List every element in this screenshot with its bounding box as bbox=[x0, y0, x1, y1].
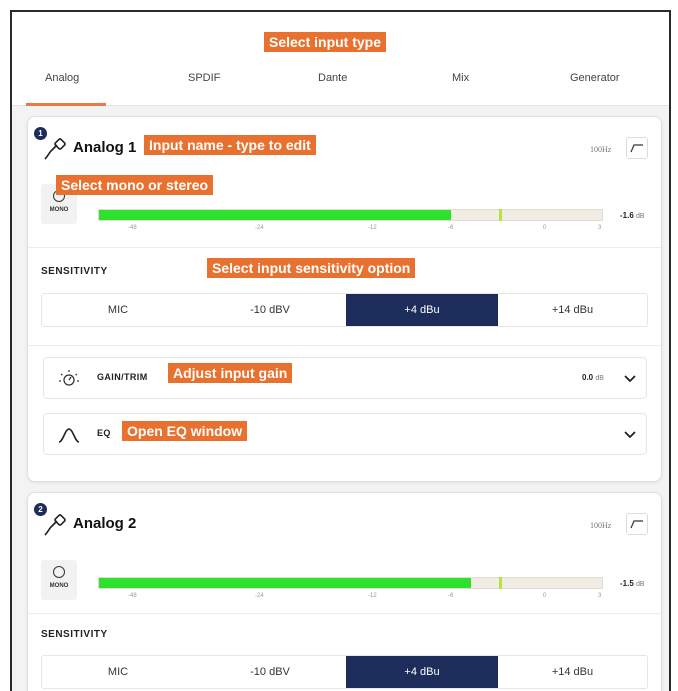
annotation-input-name: Input name - type to edit bbox=[144, 135, 316, 155]
input-type-tabs: Analog SPDIF Dante Mix Generator bbox=[12, 12, 669, 106]
annotation-gain: Adjust input gain bbox=[168, 363, 293, 383]
mono-stereo-button[interactable]: MONO bbox=[41, 560, 77, 600]
level-readout: -1.5 dB bbox=[620, 579, 645, 588]
meter-tick: -24 bbox=[255, 593, 264, 599]
meter-tick: -24 bbox=[255, 225, 264, 231]
divider bbox=[28, 247, 661, 248]
level-readout: -1.6 dB bbox=[620, 211, 645, 220]
channel-card-2: 2 Analog 2 100Hz MONO -48 -24 -12 -6 0 3… bbox=[27, 492, 662, 691]
sensitivity-label: SENSITIVITY bbox=[41, 266, 108, 277]
channel-name[interactable]: Analog 2 bbox=[73, 515, 136, 532]
eq-label: EQ bbox=[97, 428, 111, 438]
high-pass-filter-icon bbox=[630, 520, 643, 529]
sensitivity-option-minus10dbv[interactable]: -10 dBV bbox=[194, 656, 346, 688]
annotation-sensitivity: Select input sensitivity option bbox=[207, 258, 416, 278]
sensitivity-option-plus14dbu[interactable]: +14 dBu bbox=[498, 294, 647, 326]
meter-fill bbox=[99, 210, 452, 220]
mono-label: MONO bbox=[49, 583, 69, 589]
gain-knob-icon bbox=[59, 370, 79, 386]
chevron-down-icon[interactable] bbox=[622, 370, 638, 386]
meter-tick: -48 bbox=[128, 593, 137, 599]
sensitivity-option-mic[interactable]: MIC bbox=[42, 294, 194, 326]
hp-frequency: 100Hz bbox=[590, 521, 612, 530]
tab-dante[interactable]: Dante bbox=[318, 72, 347, 84]
sensitivity-option-minus10dbv[interactable]: -10 dBV bbox=[194, 294, 346, 326]
tab-analog[interactable]: Analog bbox=[45, 72, 79, 84]
annotation-mono-stereo: Select mono or stereo bbox=[56, 175, 214, 195]
meter-peak-indicator bbox=[498, 577, 502, 589]
high-pass-filter-icon bbox=[630, 144, 643, 153]
high-pass-filter-button[interactable] bbox=[626, 513, 648, 535]
mono-circle-icon bbox=[53, 566, 65, 578]
tab-spdif[interactable]: SPDIF bbox=[188, 72, 220, 84]
mic-cable-icon bbox=[44, 514, 66, 536]
sensitivity-selector: MIC -10 dBV +4 dBu +14 dBu bbox=[41, 293, 648, 327]
hp-frequency: 100Hz bbox=[590, 145, 612, 154]
mono-label: MONO bbox=[49, 207, 69, 213]
chevron-down-icon[interactable] bbox=[622, 426, 638, 442]
meter-tick: -12 bbox=[368, 225, 377, 231]
gain-trim-row[interactable]: GAIN/TRIM 0.0 dB bbox=[43, 357, 647, 399]
meter-tick: 0 bbox=[543, 225, 547, 231]
meter-peak-indicator bbox=[498, 209, 502, 221]
gain-value: 0.0 dB bbox=[582, 373, 604, 382]
meter-tick: -6 bbox=[448, 593, 454, 599]
level-meter bbox=[98, 577, 603, 589]
high-pass-filter-button[interactable] bbox=[626, 137, 648, 159]
meter-tick: -12 bbox=[368, 593, 377, 599]
meter-tick: 3 bbox=[598, 593, 602, 599]
meter-tick: 0 bbox=[543, 593, 547, 599]
sensitivity-option-mic[interactable]: MIC bbox=[42, 656, 194, 688]
annotation-eq: Open EQ window bbox=[122, 421, 248, 441]
sensitivity-option-plus4dbu[interactable]: +4 dBu bbox=[346, 656, 498, 688]
tab-mix[interactable]: Mix bbox=[452, 72, 469, 84]
eq-curve-icon bbox=[58, 428, 80, 443]
sensitivity-option-plus14dbu[interactable]: +14 dBu bbox=[498, 656, 647, 688]
sensitivity-label: SENSITIVITY bbox=[41, 629, 108, 640]
mic-cable-icon bbox=[44, 138, 66, 160]
annotation-input-type: Select input type bbox=[264, 32, 387, 52]
app-frame: Analog SPDIF Dante Mix Generator 1 Analo… bbox=[10, 10, 671, 691]
sensitivity-selector: MIC -10 dBV +4 dBu +14 dBu bbox=[41, 655, 648, 689]
divider bbox=[28, 613, 661, 614]
meter-tick: 3 bbox=[598, 225, 602, 231]
gain-trim-label: GAIN/TRIM bbox=[97, 372, 148, 382]
channel-name[interactable]: Analog 1 bbox=[73, 139, 136, 156]
meter-tick: -6 bbox=[448, 225, 454, 231]
divider bbox=[28, 345, 661, 346]
tab-generator[interactable]: Generator bbox=[570, 72, 620, 84]
level-meter bbox=[98, 209, 603, 221]
meter-fill bbox=[99, 578, 472, 588]
sensitivity-option-plus4dbu[interactable]: +4 dBu bbox=[346, 294, 498, 326]
meter-tick: -48 bbox=[128, 225, 137, 231]
